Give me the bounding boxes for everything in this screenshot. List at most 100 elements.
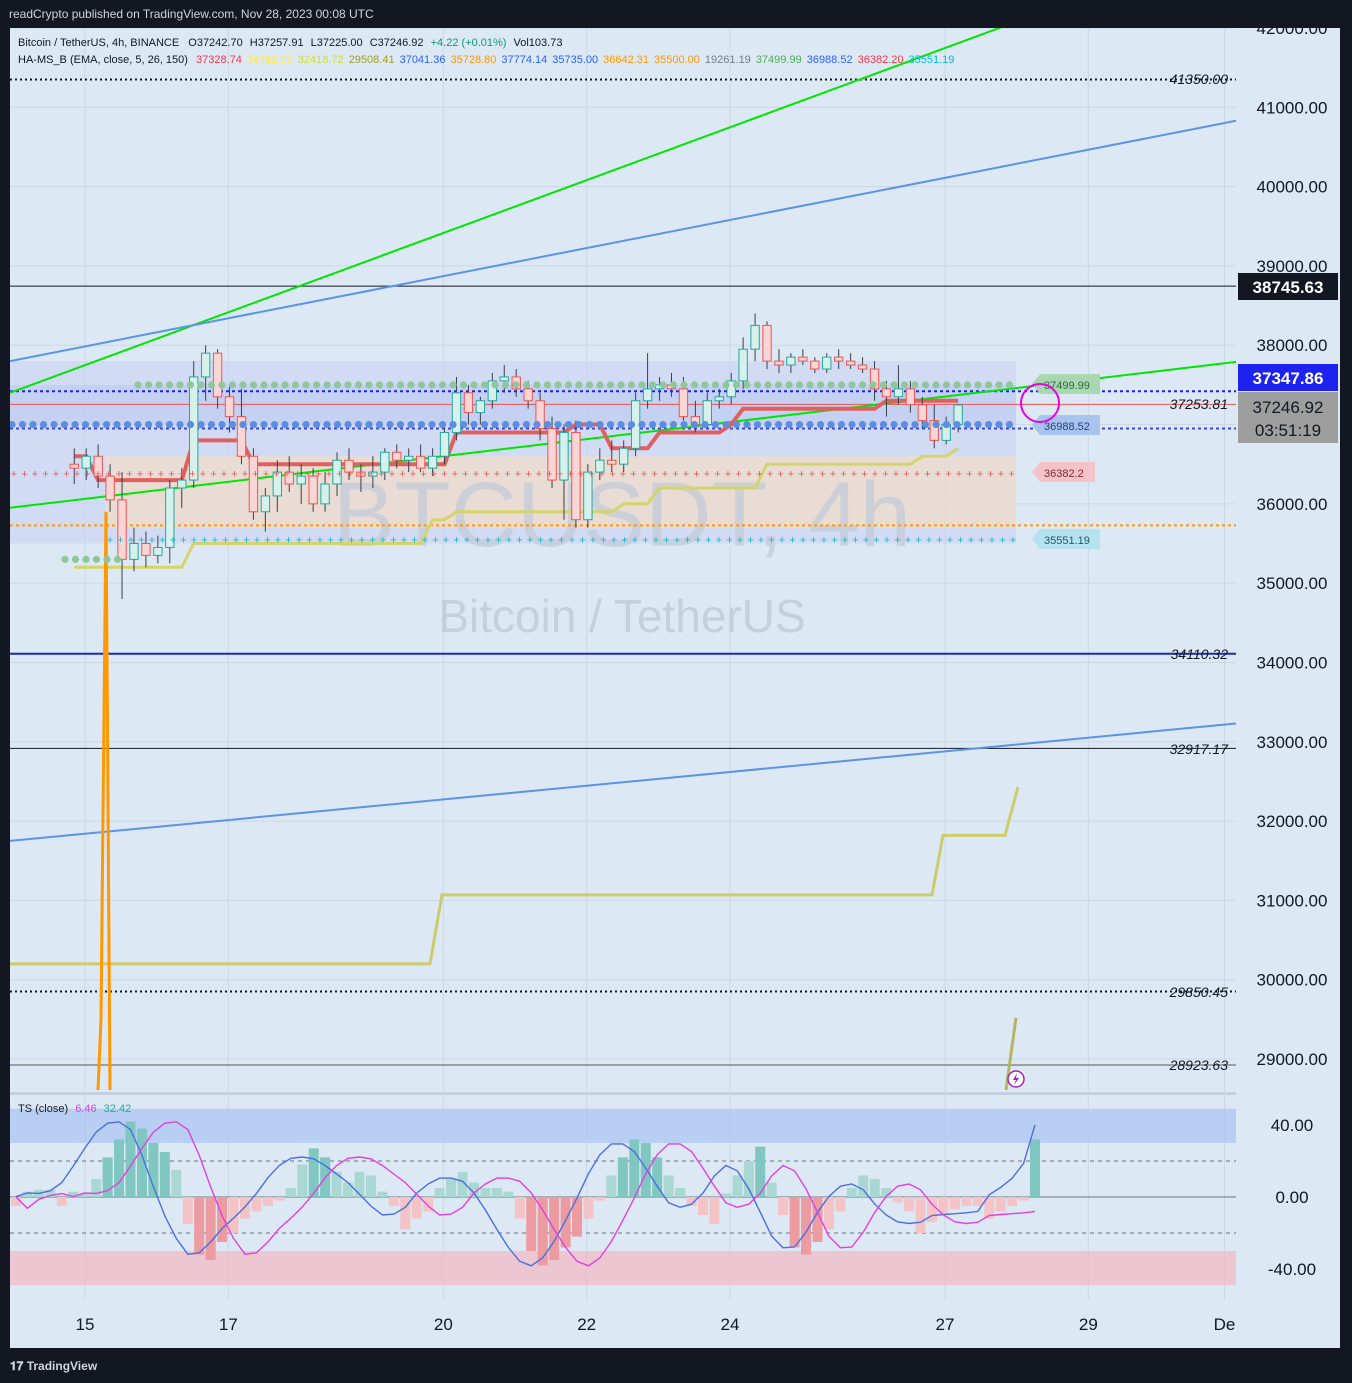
green-dot (669, 381, 678, 389)
main-pane[interactable] (10, 28, 1340, 1348)
cyan-cross: + (926, 534, 932, 546)
green-dot (554, 381, 562, 389)
red-cross: + (966, 469, 972, 481)
cyan-cross: + (464, 534, 470, 546)
green-dot (942, 381, 951, 389)
blue-dot (953, 420, 961, 429)
candle-body (81, 455, 91, 469)
green-dot (386, 381, 394, 389)
green-dot (764, 381, 772, 389)
red-cross: + (672, 469, 678, 481)
osc-bar (205, 1197, 216, 1260)
osc-bar (136, 1128, 147, 1197)
green-dot (522, 381, 531, 389)
osc-bar (365, 1175, 376, 1197)
green-dot (228, 381, 237, 389)
osc-bar (354, 1171, 365, 1197)
red-cross: + (378, 469, 384, 481)
red-cross: + (756, 469, 762, 481)
price-tick: 40000.00 (1257, 178, 1328, 197)
cyan-cross: + (621, 534, 627, 546)
red-cross: + (179, 469, 185, 481)
candle-body (917, 404, 927, 422)
blue-dot (207, 420, 216, 429)
lightning-icon[interactable] (1007, 1070, 1025, 1088)
green-dot (743, 381, 751, 389)
green-dot (197, 381, 205, 389)
cyan-cross: + (1010, 534, 1016, 546)
cyan-cross: + (978, 534, 984, 546)
blue-dot (260, 420, 268, 429)
osc-bar (606, 1175, 617, 1197)
svg-text:37347.86: 37347.86 (1253, 369, 1324, 388)
red-cross: + (882, 469, 888, 481)
osc-bar (663, 1175, 674, 1197)
red-cross: + (609, 469, 615, 481)
cyan-cross: + (306, 534, 312, 546)
red-cross: + (74, 469, 80, 481)
candle-body (905, 388, 916, 406)
cyan-cross: + (569, 534, 575, 546)
blue-dot (743, 420, 751, 429)
green-dot (932, 381, 940, 389)
osc-bar (56, 1197, 67, 1206)
pane-divider[interactable] (10, 1092, 1236, 1095)
blue-dot (564, 420, 573, 429)
badge-38745: 38745.63 (1238, 273, 1338, 300)
cyan-cross: + (968, 534, 974, 546)
green-dot (995, 381, 1003, 389)
level-label-41350: 41350.00 (1170, 71, 1229, 87)
tag-35551: 35551.19 (1032, 529, 1100, 549)
candle-body (619, 447, 629, 465)
candle-body (260, 495, 271, 513)
green-dot (837, 381, 846, 389)
red-cross: + (326, 469, 332, 481)
green-dot (61, 555, 69, 563)
cyan-cross: + (212, 534, 218, 546)
blue-dot (281, 420, 289, 429)
legend-high: H37257.91 (250, 37, 304, 49)
red-cross: + (336, 469, 342, 481)
blue-dot (774, 420, 783, 429)
ts-oscillator[interactable] (10, 1108, 1236, 1286)
osc-bar (11, 1197, 21, 1206)
red-cross: + (924, 469, 930, 481)
osc-bar (171, 1170, 182, 1197)
red-cross: + (746, 469, 752, 481)
green-dot (638, 381, 646, 389)
candle-body (798, 356, 808, 362)
osc-bar (629, 1139, 640, 1197)
legend-indicator: HA-MS_B (EMA, close, 5, 26, 150) (18, 54, 188, 66)
blue-dot (848, 420, 856, 429)
blue-dot (102, 420, 111, 429)
red-cross: + (945, 469, 951, 481)
green-dot (753, 381, 762, 389)
red-cross: + (935, 469, 941, 481)
blue-dot (239, 420, 247, 429)
osc-bar (503, 1191, 514, 1197)
tradingview-logo[interactable]: 𝟏𝟕 TradingView (10, 1350, 97, 1383)
blue-dot (39, 420, 48, 429)
green-dot (879, 381, 888, 389)
cyan-cross: + (138, 534, 144, 546)
cyan-cross: + (957, 534, 963, 546)
green-dot (501, 381, 510, 389)
osc-bar (537, 1197, 548, 1266)
cyan-cross: + (768, 534, 774, 546)
red-cross: + (798, 469, 804, 481)
green-dot (659, 381, 667, 389)
tag-36382: 36382.2 (1032, 462, 1095, 482)
price-chart[interactable]: BTCUSDT, 4h Bitcoin / TetherUS + + + + + + + + +… (10, 28, 1340, 1348)
osc-bar (972, 1197, 983, 1206)
ts-value-2: 32.42 (104, 1103, 132, 1115)
osc-bar (892, 1197, 903, 1203)
level-label-29850: 29850.45 (1169, 984, 1229, 1000)
green-dot (827, 381, 835, 389)
cyan-cross: + (600, 534, 606, 546)
red-cross: + (578, 469, 584, 481)
cyan-cross: + (149, 534, 155, 546)
candle-body (702, 400, 712, 426)
candle-body (224, 396, 235, 418)
green-dot (711, 381, 720, 389)
green-dot (155, 381, 163, 389)
